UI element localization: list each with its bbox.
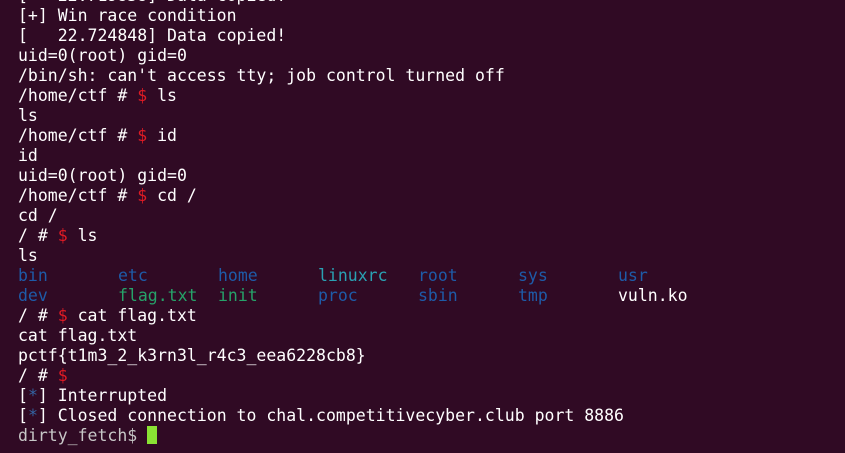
terminal-line: uid=0(root) gid=0 <box>18 166 187 185</box>
ls-entry: usr <box>618 266 648 285</box>
prompt-prefix: /home/ctf # <box>18 126 138 145</box>
terminal-line: ls <box>18 106 38 125</box>
ls-entry: etc <box>118 266 148 285</box>
status-star-icon: * <box>27 406 38 425</box>
status-star-icon: * <box>27 386 38 405</box>
ls-entry: flag.txt <box>118 286 198 305</box>
status-close-bracket: ] <box>37 406 48 425</box>
status-text: Closed connection to chal.competitivecyb… <box>47 406 624 425</box>
ls-output-row: dev flag.txt init proc sbin tmp vuln.ko <box>18 286 688 306</box>
text-cursor[interactable] <box>147 426 158 444</box>
terminal-line: id <box>18 146 38 165</box>
ls-entry: sbin <box>418 286 458 305</box>
shell-prompt: dirty_fetch$ <box>18 426 148 445</box>
prompt-line: / # $ ls <box>18 226 624 246</box>
shell-prompt-line: dirty_fetch$ <box>18 426 624 446</box>
status-line: [*] Closed connection to chal.competitiv… <box>18 406 624 426</box>
ls-entry: sys <box>518 266 548 285</box>
terminal-line: uid=0(root) gid=0 <box>18 46 187 65</box>
prompt-dollar: $ <box>57 226 68 245</box>
prompt-line: /home/ctf # $ id <box>18 126 624 146</box>
status-text: Interrupted <box>47 386 168 405</box>
status-line: [*] Interrupted <box>18 386 624 406</box>
prompt-dollar: $ <box>137 86 148 105</box>
prompt-command: id <box>147 126 177 145</box>
prompt-dollar: $ <box>137 186 148 205</box>
ls-output-row: bin etc home linuxrc root sys usr <box>18 266 648 286</box>
ls-entry: tmp <box>518 286 548 305</box>
terminal-line: /bin/sh: can't access tty; job control t… <box>18 66 505 85</box>
terminal-line: ls <box>18 246 38 265</box>
terminal-line: cd / <box>18 206 58 225</box>
terminal-output: [ 22.719838] Data copied![+] Win race co… <box>18 0 688 446</box>
prompt-command: cat flag.txt <box>67 306 197 325</box>
prompt-command: ls <box>147 86 177 105</box>
status-close-bracket: ] <box>37 386 48 405</box>
prompt-line: /home/ctf # $ cd / <box>18 186 624 206</box>
prompt-dollar: $ <box>57 366 68 385</box>
ls-entry: vuln.ko <box>618 286 688 305</box>
prompt-line: /home/ctf # $ ls <box>18 86 624 106</box>
prompt-prefix: / # <box>18 366 58 385</box>
status-open-bracket: [ <box>18 406 28 425</box>
prompt-prefix: /home/ctf # <box>18 86 138 105</box>
prompt-command: ls <box>67 226 98 245</box>
prompt-prefix: /home/ctf # <box>18 186 138 205</box>
terminal-window[interactable]: [ 22.719838] Data copied![+] Win race co… <box>0 0 845 453</box>
ls-entry: home <box>218 266 258 285</box>
prompt-dollar: $ <box>137 126 148 145</box>
prompt-prefix: / # <box>18 226 58 245</box>
prompt-dollar: $ <box>57 306 68 325</box>
ls-entry: bin <box>18 266 48 285</box>
prompt-line: / # $ cat flag.txt <box>18 306 624 326</box>
terminal-line: [+] Win race condition <box>18 6 237 25</box>
ls-entry: dev <box>18 286 48 305</box>
ls-entry: linuxrc <box>318 266 388 285</box>
terminal-line: cat flag.txt <box>18 326 138 345</box>
prompt-prefix: / # <box>18 306 58 325</box>
status-open-bracket: [ <box>18 386 28 405</box>
ls-entry: proc <box>318 286 358 305</box>
terminal-line: pctf{t1m3_2_k3rn3l_r4c3_eea6228cb8} <box>18 346 366 365</box>
prompt-line: / # $ <box>18 366 624 386</box>
prompt-command: cd / <box>147 186 197 205</box>
ls-entry: init <box>218 286 258 305</box>
terminal-line: [ 22.724848] Data copied! <box>18 26 287 45</box>
ls-entry: root <box>418 266 458 285</box>
